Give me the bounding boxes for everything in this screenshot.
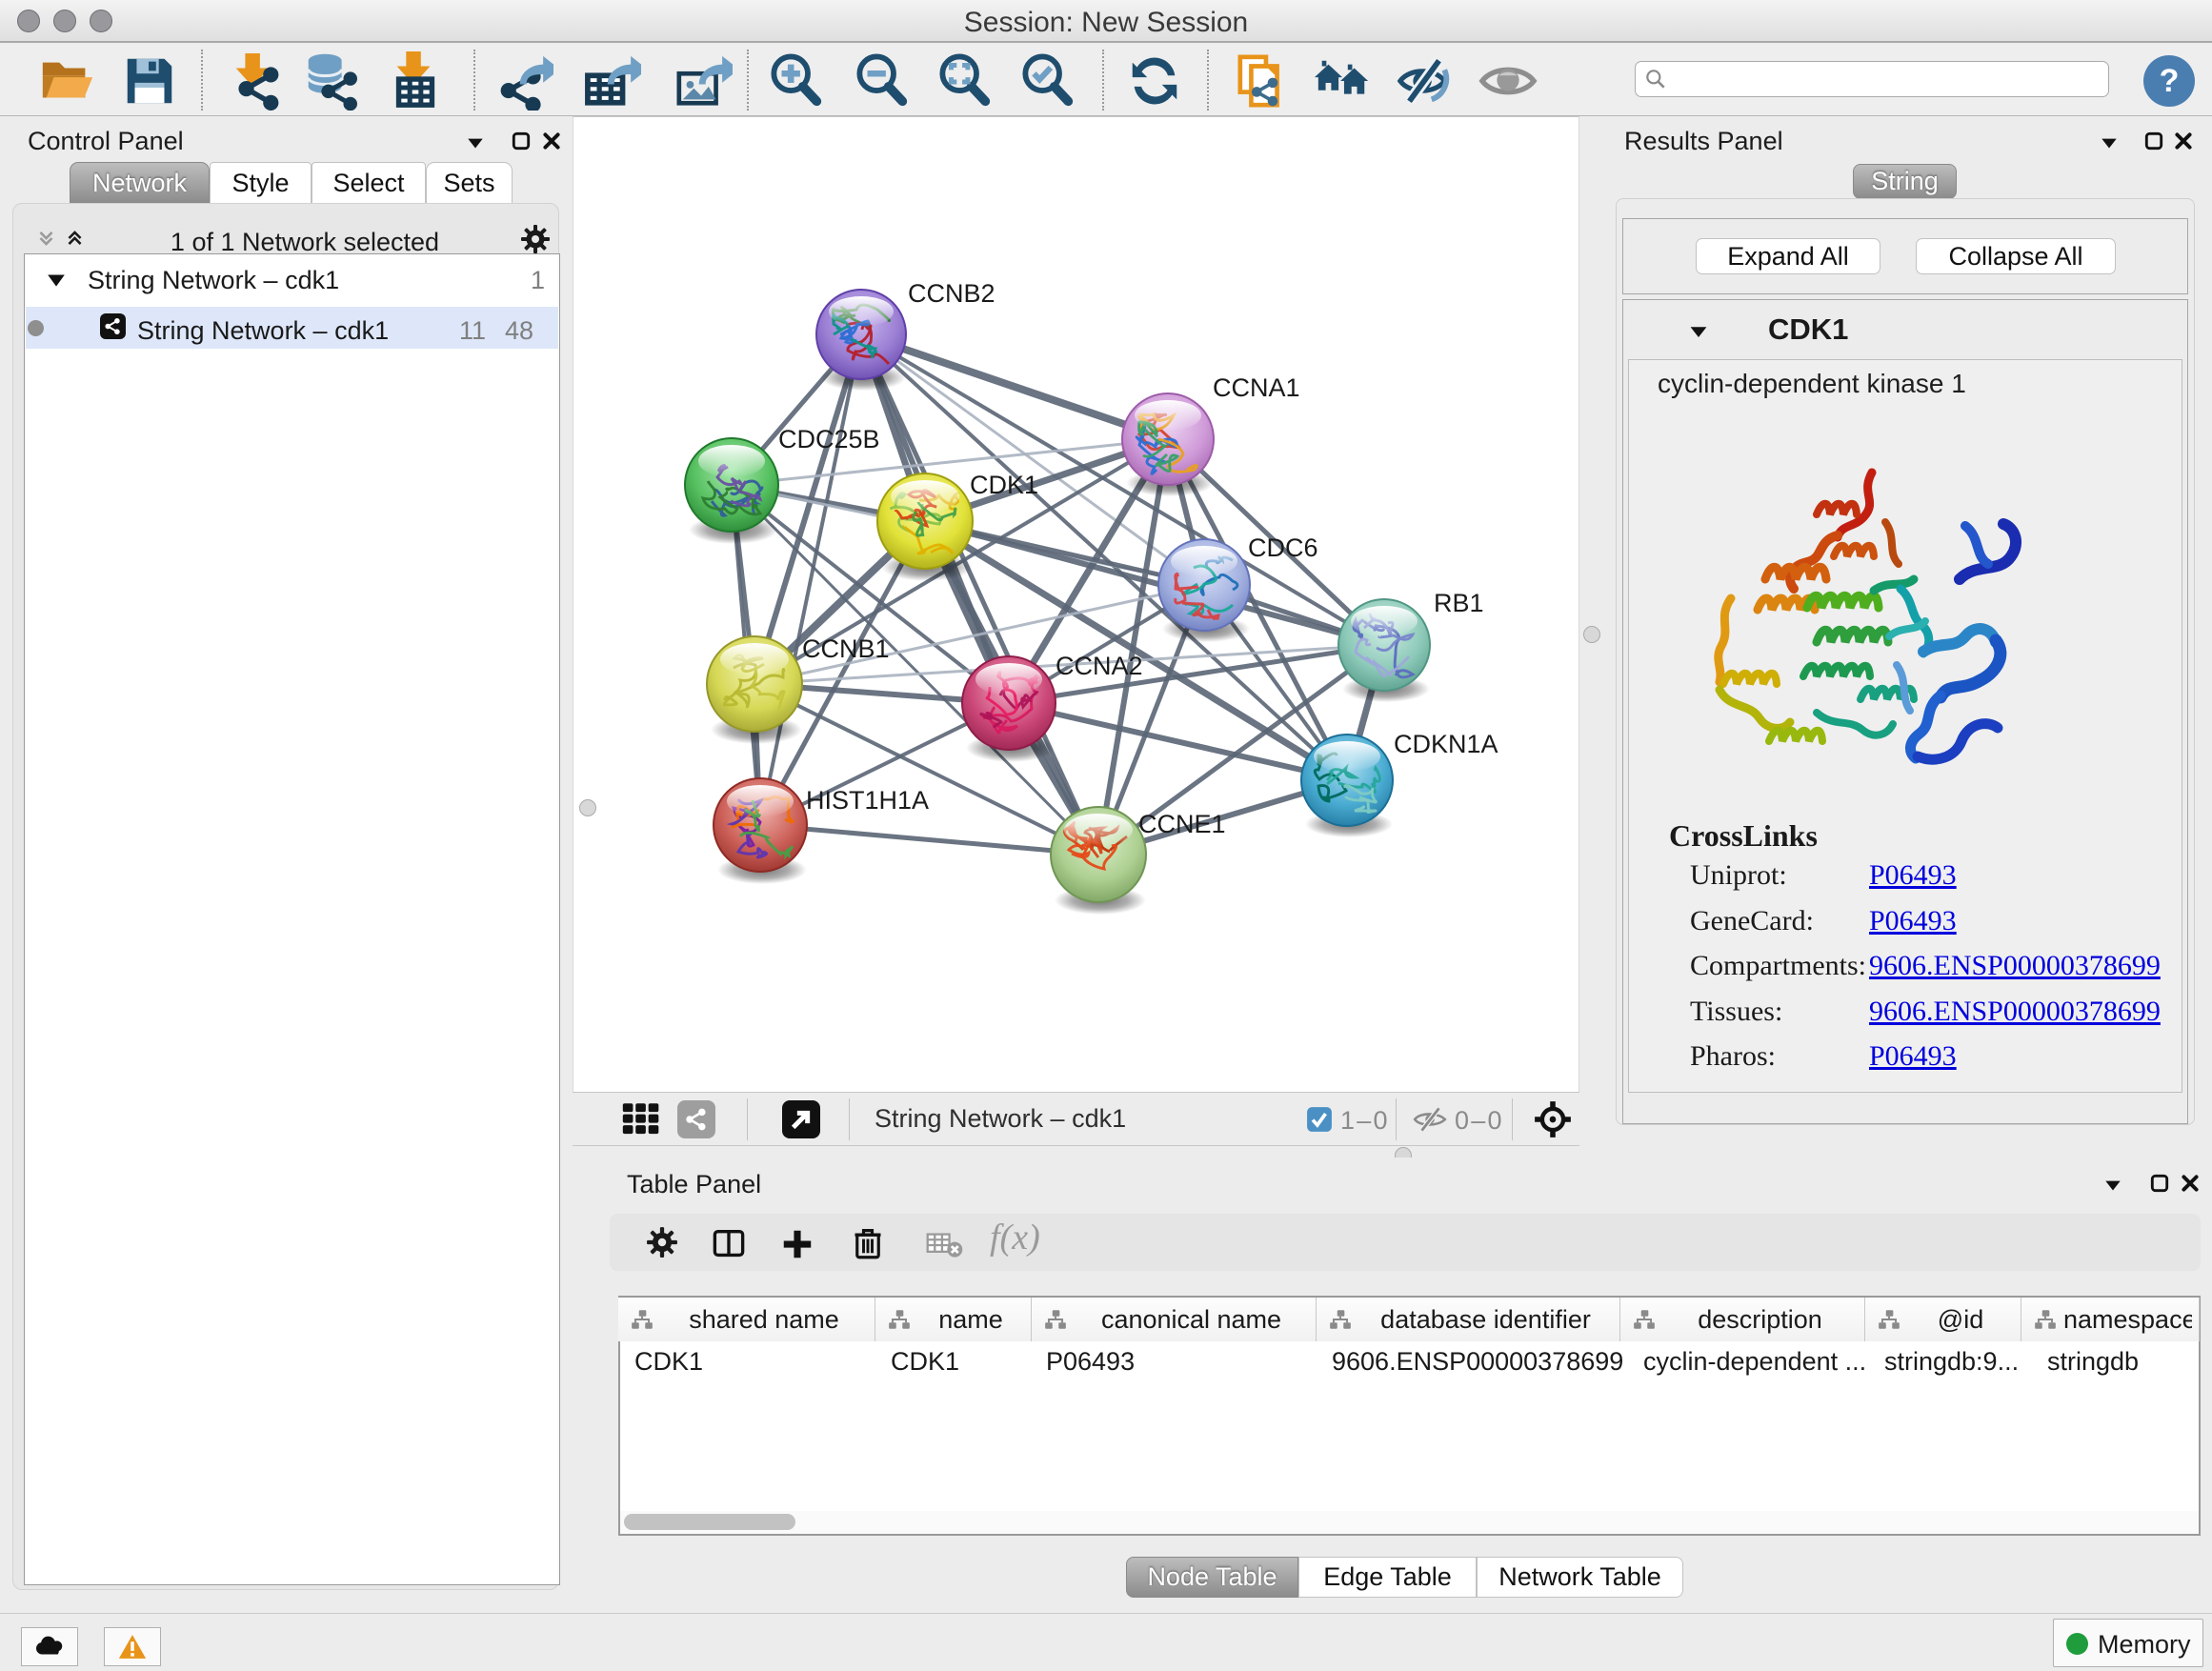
svg-text:CCNA2: CCNA2 — [1056, 652, 1143, 680]
svg-text:RB1: RB1 — [1434, 589, 1484, 617]
svg-text:CCNA1: CCNA1 — [1213, 373, 1300, 402]
svg-text:HIST1H1A: HIST1H1A — [806, 786, 929, 815]
svg-text:CDKN1A: CDKN1A — [1394, 730, 1498, 758]
svg-text:CDC25B: CDC25B — [778, 425, 880, 453]
svg-text:CDK1: CDK1 — [970, 471, 1038, 499]
svg-text:CCNB2: CCNB2 — [908, 279, 995, 308]
svg-text:CCNB1: CCNB1 — [802, 634, 890, 663]
svg-text:CDC6: CDC6 — [1248, 534, 1318, 562]
svg-text:CCNE1: CCNE1 — [1138, 810, 1226, 838]
